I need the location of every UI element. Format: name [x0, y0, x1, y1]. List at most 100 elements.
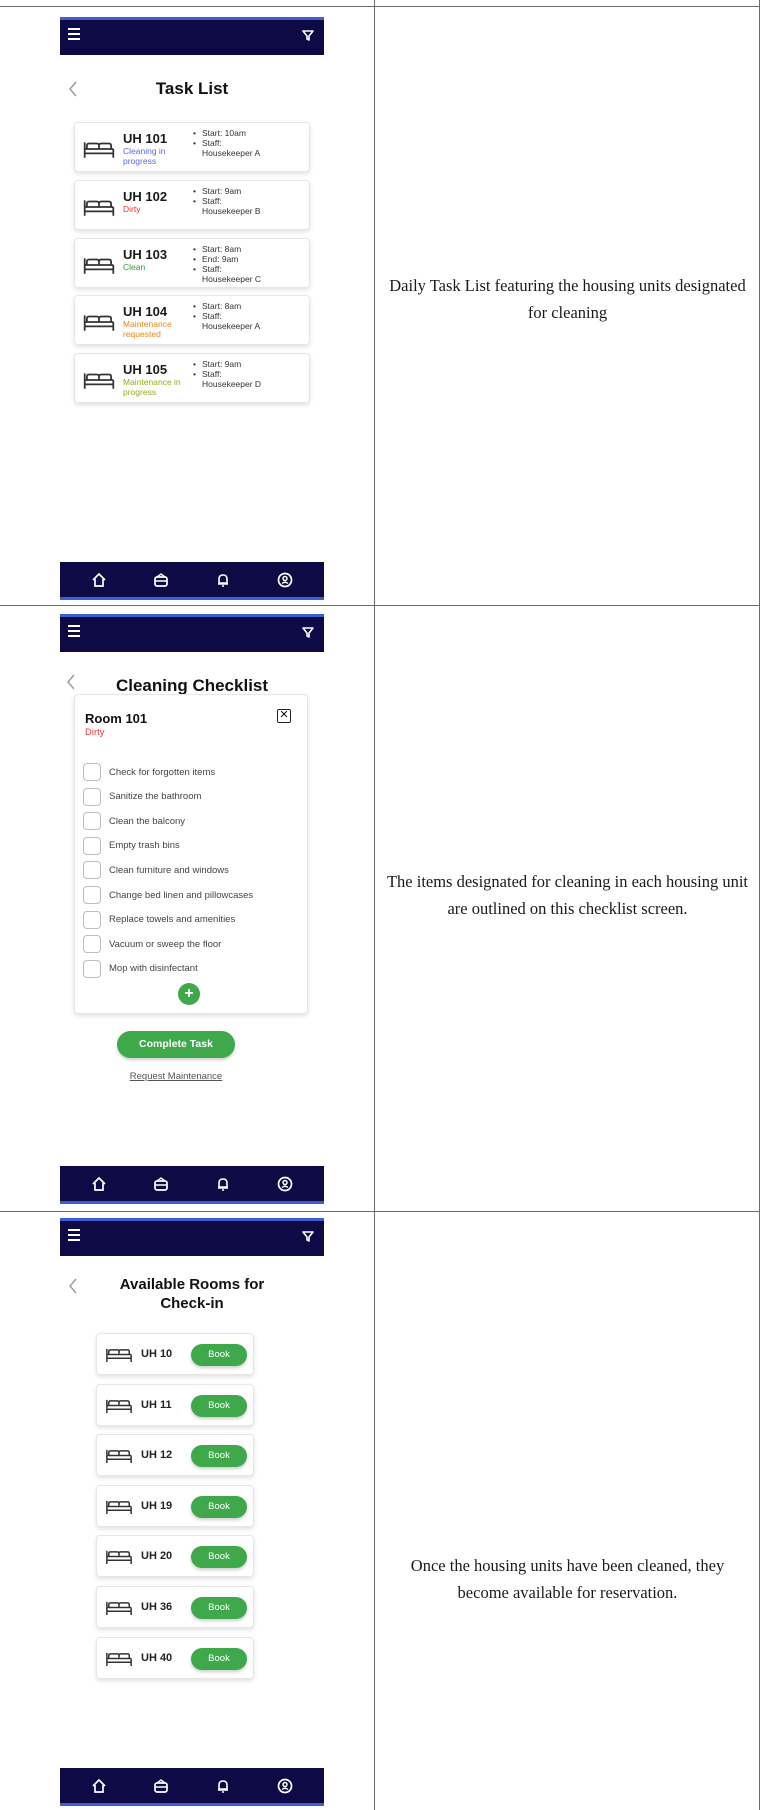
checkbox[interactable] — [83, 910, 101, 929]
task-card[interactable]: UH 101Cleaning in progress Start: 10amSta… — [74, 122, 310, 172]
checklist-item-label: Change bed linen and pillowcases — [109, 889, 254, 901]
room-code: UH 40 — [141, 1651, 173, 1664]
room-code: UH 11 — [141, 1398, 172, 1411]
add-item-button[interactable]: + — [178, 983, 200, 1005]
bottom-nav — [60, 562, 324, 600]
caption-checklist: The items designated for cleaning in eac… — [386, 872, 749, 918]
close-icon[interactable]: ✕ — [277, 709, 291, 723]
room-code: UH 10 — [141, 1348, 173, 1360]
checkbox[interactable] — [83, 763, 101, 781]
checkbox[interactable] — [83, 812, 101, 831]
book-button[interactable]: Book — [191, 1344, 247, 1366]
bed-icon — [83, 373, 115, 389]
menu-icon[interactable] — [68, 625, 84, 639]
filter-icon[interactable] — [301, 625, 315, 639]
room-card: UH 12 Book — [96, 1434, 254, 1477]
task-details: Start: 10amStaff:Housekeeper A — [193, 128, 305, 158]
checklist-item[interactable]: Clean furniture and windows — [83, 861, 229, 880]
checklist-item[interactable]: Clean the balcony — [83, 812, 186, 831]
room-card: UH 20 Book — [96, 1535, 254, 1578]
checklist-item[interactable]: Check for forgotten items — [83, 763, 215, 781]
checkbox[interactable] — [83, 935, 101, 954]
checklist-item[interactable]: Replace towels and amenities — [83, 910, 236, 929]
checklist-item-label: Clean the balcony — [109, 815, 186, 827]
rooms-icon[interactable] — [151, 570, 171, 590]
checklist-item-label: Replace towels and amenities — [109, 914, 236, 926]
task-detail: Staff: — [193, 138, 305, 148]
checklist-item-label: Sanitize the bathroom — [109, 791, 202, 803]
task-details: Start: 8amStaff:Housekeeper A — [193, 301, 305, 331]
unit-status: Cleaning in progress — [123, 146, 166, 166]
checklist-item[interactable]: Empty trash bins — [83, 836, 180, 855]
task-detail: Start: 10am — [193, 128, 305, 138]
profile-icon[interactable] — [275, 570, 295, 590]
checklist-item[interactable]: Sanitize the bathroom — [83, 787, 202, 806]
task-card[interactable]: UH 103Clean Start: 8amEnd: 9amStaff:House… — [74, 238, 310, 288]
checklist-item[interactable]: Vacuum or sweep the floor — [83, 935, 222, 954]
book-button[interactable]: Book — [191, 1394, 247, 1417]
staff-name: Housekeeper A — [202, 148, 261, 158]
profile-icon[interactable] — [275, 1776, 295, 1796]
bell-icon[interactable] — [213, 1174, 233, 1194]
checklist-item[interactable]: Mop with disinfectant — [83, 959, 198, 978]
filter-icon[interactable] — [301, 28, 315, 42]
book-button[interactable]: Book — [191, 1445, 247, 1468]
bed-icon — [83, 200, 115, 216]
staff-name: Housekeeper B — [202, 206, 261, 216]
complete-task-button[interactable]: Complete Task — [117, 1031, 235, 1058]
room-card: UH 10 Book — [96, 1333, 254, 1375]
filter-icon[interactable] — [301, 1229, 315, 1243]
book-button[interactable]: Book — [191, 1495, 247, 1518]
request-maintenance-link[interactable]: Request Maintenance — [60, 1071, 292, 1082]
room-code: UH 20 — [141, 1550, 173, 1563]
bed-icon — [106, 1348, 132, 1362]
unit-status: Dirty — [123, 204, 141, 214]
checklist-item-label: Vacuum or sweep the floor — [109, 938, 222, 950]
bed-icon — [106, 1652, 132, 1666]
room-card: UH 19 Book — [96, 1484, 254, 1527]
bell-icon[interactable] — [213, 1776, 233, 1796]
rooms-icon[interactable] — [151, 1174, 171, 1194]
bed-icon — [106, 1450, 132, 1464]
top-bar — [60, 1218, 324, 1256]
menu-icon[interactable] — [68, 28, 84, 42]
book-button[interactable]: Book — [191, 1546, 247, 1569]
bed-icon — [83, 258, 115, 274]
room-code: UH 36 — [141, 1601, 173, 1613]
task-detail: Staff: — [193, 196, 305, 206]
menu-icon[interactable] — [68, 1229, 84, 1243]
unit-code: UH 105 — [123, 362, 168, 377]
checklist-item[interactable]: Change bed linen and pillowcases — [83, 886, 253, 904]
unit-code: UH 102 — [123, 189, 168, 204]
unit-code: UH 104 — [123, 304, 168, 319]
checklist-item-label: Mop with disinfectant — [109, 963, 198, 975]
checkbox[interactable] — [83, 787, 101, 806]
task-list-screen: Task List UH 101Cleaning in progress Star… — [60, 17, 324, 600]
checkbox[interactable] — [83, 861, 101, 880]
bed-icon — [106, 1399, 132, 1413]
task-detail: Start: 9am — [193, 359, 305, 369]
checkbox[interactable] — [83, 886, 101, 904]
home-icon[interactable] — [89, 1776, 109, 1796]
profile-icon[interactable] — [275, 1174, 295, 1194]
bell-icon[interactable] — [213, 570, 233, 590]
caption-available-rooms: Once the housing units have been cleaned… — [410, 1556, 725, 1602]
book-button[interactable]: Book — [191, 1647, 247, 1670]
home-icon[interactable] — [89, 1174, 109, 1194]
task-card[interactable]: UH 105Maintenance in progress Start: 9amS… — [74, 353, 310, 403]
unit-code: UH 103 — [123, 247, 168, 262]
task-details: Start: 9amStaff:Housekeeper D — [193, 359, 305, 389]
bottom-nav — [60, 1166, 324, 1204]
top-bar — [60, 614, 324, 652]
book-button[interactable]: Book — [191, 1597, 247, 1619]
page-title-line-2: Check-in — [160, 1295, 224, 1312]
table-row-divider — [0, 1211, 760, 1212]
page-title-line-1: Available Rooms for — [119, 1276, 265, 1293]
task-details: Start: 9amStaff:Housekeeper B — [193, 186, 305, 216]
checkbox[interactable] — [83, 836, 101, 855]
task-card[interactable]: UH 104Maintenance requested Start: 8amSta… — [74, 295, 310, 345]
task-card[interactable]: UH 102Dirty Start: 9amStaff:Housekeeper B — [74, 180, 310, 230]
home-icon[interactable] — [89, 570, 109, 590]
checkbox[interactable] — [83, 959, 101, 978]
rooms-icon[interactable] — [151, 1776, 171, 1796]
